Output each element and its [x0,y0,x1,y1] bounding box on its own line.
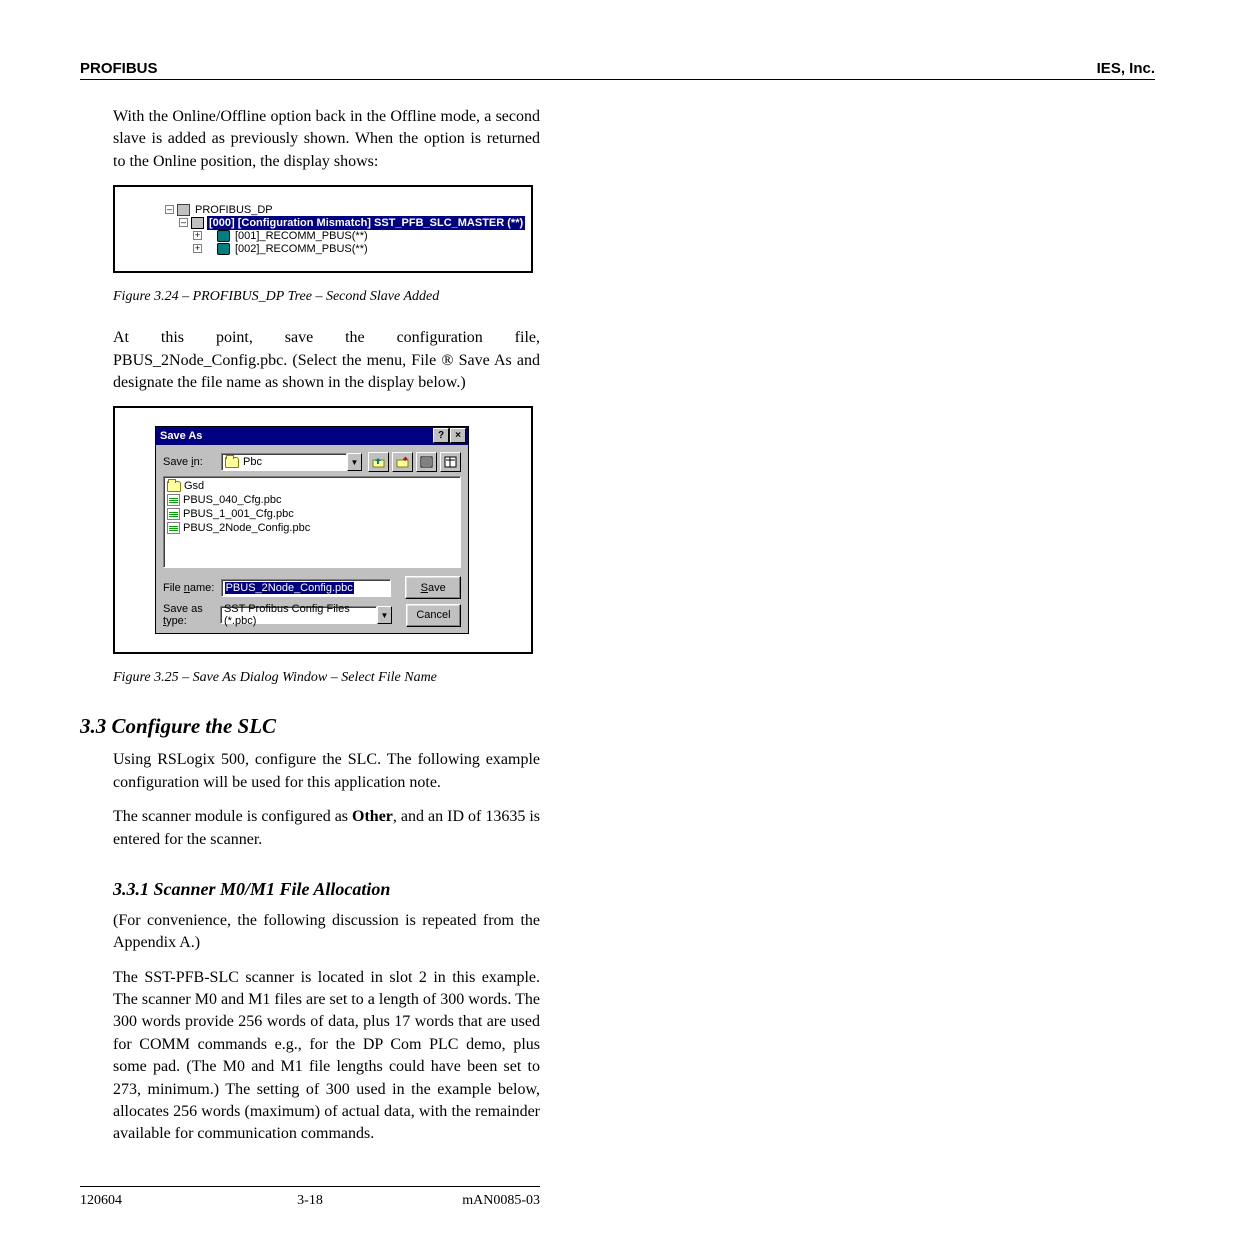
header-doc-left: PROFIBUS [80,60,1097,77]
filename-label: File name: [163,582,221,594]
paragraph-5: (For convenience, the following discussi… [113,910,540,955]
header-doc-right: IES, Inc. [1097,60,1155,77]
figure-1-caption: Figure 3.24 – PROFIBUS_DP Tree – Second … [113,289,540,305]
save-type-combo[interactable]: SST Profibus Config Files (*.pbc) ▼ [220,606,392,624]
save-as-dialog: Save As ? × Save in: Pbc [155,426,469,634]
paragraph-1: With the Online/Offline option back in t… [113,106,540,173]
profibus-tree: – PROFIBUS_DP – [000] [Configuration Mis… [165,203,481,255]
footer-left: 120604 [80,1193,233,1209]
close-button[interactable]: × [450,428,466,443]
save-in-combo[interactable]: Pbc ▼ [221,453,362,471]
file-icon [167,508,180,520]
page-footer: 120604 3-18 mAN0085-03 [80,1193,540,1209]
list-item[interactable]: PBUS_2Node_Config.pbc [167,521,457,535]
slave-icon [217,230,230,242]
expand-icon[interactable]: + [193,244,202,253]
expand-icon[interactable]: + [193,231,202,240]
tree-slave1-label: [001]_RECOMM_PBUS(**) [233,229,370,243]
tree-row-root[interactable]: – PROFIBUS_DP [165,203,481,216]
master-icon [191,217,204,229]
file-icon [167,522,180,534]
cancel-button[interactable]: Cancel [406,604,461,627]
list-view-button[interactable] [416,452,437,472]
paragraph-4: The scanner module is configured as Othe… [113,806,540,851]
figure-saveas-box: Save As ? × Save in: Pbc [113,406,533,654]
filename-row: File name: PBUS_2Node_Config.pbc Save [163,576,461,599]
figure-tree-box: – PROFIBUS_DP – [000] [Configuration Mis… [113,185,533,273]
dialog-title-text: Save As [160,430,202,442]
section-heading-3-3: 3.3 Configure the SLC [80,714,540,739]
tree-row-master[interactable]: – [000] [Configuration Mismatch] SST_PFB… [165,216,481,229]
savetype-value: SST Profibus Config Files (*.pbc) [224,603,373,627]
tree-master-label: [000] [Configuration Mismatch] SST_PFB_S… [207,216,525,230]
save-in-label: Save in: [163,456,221,468]
tree-row-slave1[interactable]: + [001]_RECOMM_PBUS(**) [165,229,481,242]
footer-center: 3-18 [233,1193,386,1209]
savetype-row: Save as type: SST Profibus Config Files … [163,603,461,627]
filename-value: PBUS_2Node_Config.pbc [225,582,354,594]
slave-icon [217,243,230,255]
expand-icon[interactable]: – [165,205,174,214]
footer-rule [80,1186,540,1187]
savetype-label: Save as type: [163,603,220,627]
tree-slave2-label: [002]_RECOMM_PBUS(**) [233,242,370,256]
section-heading-3-3-1: 3.3.1 Scanner M0/M1 File Allocation [113,879,540,900]
tree-root-label: PROFIBUS_DP [193,203,275,217]
footer-right: mAN0085-03 [387,1193,540,1209]
paragraph-2: At this point, save the configuration fi… [113,327,540,394]
folder-icon [225,457,239,468]
list-item[interactable]: Gsd [167,479,457,493]
tree-row-slave2[interactable]: + [002]_RECOMM_PBUS(**) [165,242,481,255]
save-in-row: Save in: Pbc ▼ [163,452,461,472]
file-list[interactable]: Gsd PBUS_040_Cfg.pbc PBUS_1_001_Cfg.pbc [163,476,461,568]
list-item[interactable]: PBUS_1_001_Cfg.pbc [167,507,457,521]
list-item[interactable]: PBUS_040_Cfg.pbc [167,493,457,507]
save-in-value: Pbc [243,456,262,468]
paragraph-3: Using RSLogix 500, configure the SLC. Th… [113,749,540,794]
folder-icon [167,481,181,492]
file-icon [167,494,180,506]
dialog-title-bar: Save As ? × [156,427,468,445]
help-button[interactable]: ? [433,428,449,443]
paragraph-6: The SST-PFB-SLC scanner is located in sl… [113,967,540,1146]
up-one-level-button[interactable] [368,452,389,472]
filename-field[interactable]: PBUS_2Node_Config.pbc [221,579,392,597]
network-icon [177,204,190,216]
save-button[interactable]: Save [405,576,461,599]
chevron-down-icon[interactable]: ▼ [347,453,362,471]
chevron-down-icon[interactable]: ▼ [377,606,392,624]
details-view-button[interactable] [440,452,461,472]
figure-2-caption: Figure 3.25 – Save As Dialog Window – Se… [113,670,540,686]
expand-icon[interactable]: – [179,218,188,227]
new-folder-button[interactable] [392,452,413,472]
